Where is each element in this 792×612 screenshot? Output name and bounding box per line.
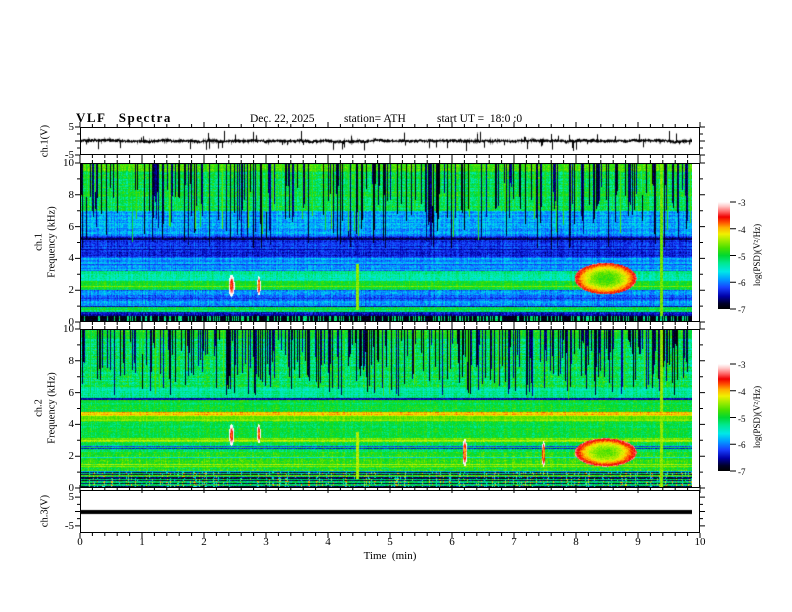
x-tick-label: 7 bbox=[511, 536, 517, 548]
ch2-spectrogram-canvas bbox=[81, 330, 692, 487]
ch2-frequency-axis-label: Frequency (kHz) bbox=[46, 372, 58, 444]
ch3-waveform-panel bbox=[80, 490, 700, 533]
colorbar-tick-label: -7 bbox=[738, 467, 746, 477]
y-tick-label: 8 bbox=[68, 354, 75, 367]
colorbar-gradient bbox=[718, 202, 730, 309]
y-tick-label: 2 bbox=[68, 450, 75, 463]
ch1-waveform-panel bbox=[80, 127, 700, 155]
x-tick-label: 8 bbox=[573, 536, 579, 548]
colorbar-tick-label: -3 bbox=[738, 360, 746, 370]
station-label: station= ATH bbox=[344, 113, 406, 125]
colorbar-tick-label: -3 bbox=[738, 198, 746, 208]
y-tick-label: 10 bbox=[63, 323, 74, 335]
y-tick-label: 10 bbox=[63, 157, 74, 169]
x-tick-label: 6 bbox=[449, 536, 455, 548]
x-tick-label: 10 bbox=[694, 536, 706, 548]
x-tick-label: 0 bbox=[77, 536, 83, 548]
colorbar-ch2 bbox=[718, 364, 730, 471]
y-tick-label: 6 bbox=[68, 220, 75, 233]
x-tick-label: 5 bbox=[387, 536, 393, 548]
colorbar-tick-label: -7 bbox=[738, 305, 746, 315]
ch1-spectrogram-canvas bbox=[81, 164, 692, 321]
y-tick-label: 5 bbox=[68, 491, 75, 504]
x-tick-label: 9 bbox=[635, 536, 641, 548]
ch3-voltage-axis-label: ch.3(V) bbox=[39, 494, 51, 528]
y-tick-label: 5 bbox=[68, 121, 75, 133]
ch1-spectrogram-panel bbox=[80, 163, 700, 322]
ch1-channel-label: ch.1 bbox=[33, 233, 45, 251]
ch2-channel-label: ch.2 bbox=[33, 399, 45, 417]
colorbar-tick-label: -5 bbox=[738, 413, 746, 424]
y-tick-label: 8 bbox=[68, 188, 75, 201]
ch3-waveform-canvas bbox=[81, 491, 692, 532]
x-axis-title: Time (min) bbox=[363, 550, 417, 562]
colorbar-tick-label: -4 bbox=[738, 224, 746, 235]
x-tick-label: 3 bbox=[263, 536, 269, 548]
ch1-frequency-axis-label: Frequency (kHz) bbox=[46, 206, 58, 278]
y-tick-label: 4 bbox=[68, 252, 75, 265]
x-tick-label: 4 bbox=[325, 536, 331, 548]
ch2-spectrogram-panel bbox=[80, 329, 700, 488]
figure-title: VLF Spectra bbox=[76, 110, 172, 125]
y-tick-label: 4 bbox=[68, 418, 75, 431]
ch1-voltage-axis-label: ch.1(V) bbox=[39, 124, 51, 158]
date-label: Dec. 22, 2025 bbox=[250, 113, 315, 125]
colorbar-tick-label: -4 bbox=[738, 386, 746, 397]
y-tick-label: -5 bbox=[64, 519, 74, 532]
x-tick-label: 1 bbox=[139, 536, 145, 548]
y-tick-label: 6 bbox=[68, 386, 75, 399]
vlf-spectra-figure: VLF Spectra Dec. 22, 2025 station= ATH s… bbox=[0, 0, 792, 612]
x-tick-label: 2 bbox=[201, 536, 207, 548]
colorbar-tick-label: -6 bbox=[738, 440, 746, 451]
ch1-waveform-canvas bbox=[81, 128, 692, 154]
colorbar-gradient bbox=[718, 364, 730, 471]
colorbar-ch1 bbox=[718, 202, 730, 309]
colorbar-tick-label: -6 bbox=[738, 278, 746, 289]
colorbar-tick-label: -5 bbox=[738, 251, 746, 262]
y-tick-label: 2 bbox=[68, 284, 75, 297]
start-ut-label: start UT = 18:0 :0 bbox=[437, 113, 523, 125]
